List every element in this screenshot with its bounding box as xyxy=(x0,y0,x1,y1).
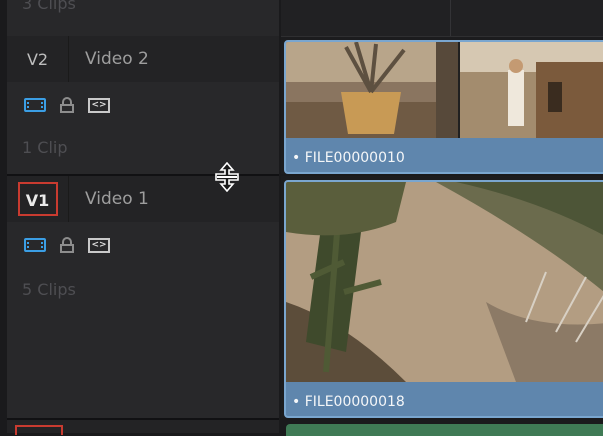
next-track-id-selected[interactable] xyxy=(15,425,63,435)
track-controls-v1: <> xyxy=(7,222,279,269)
clip-thumbnail xyxy=(286,182,603,382)
clip-v1[interactable]: • FILE00000018 xyxy=(284,180,603,418)
clip-label-v1: • FILE00000018 xyxy=(292,394,405,410)
previous-track-area: 3 Clips xyxy=(7,0,279,36)
track-name-v1[interactable]: Video 1 xyxy=(85,176,149,222)
lock-icon[interactable] xyxy=(60,97,74,113)
track-info-v1: 5 Clips xyxy=(7,268,279,418)
track-controls-v2: <> xyxy=(7,82,279,129)
lock-icon[interactable] xyxy=(60,237,74,253)
auto-select-icon[interactable]: <> xyxy=(88,97,110,113)
timeline-lane-v1[interactable]: • FILE00000018 xyxy=(281,176,603,418)
clip-count-v1: 5 Clips xyxy=(22,280,76,299)
previous-track-clip-count: 3 Clips xyxy=(22,0,76,13)
track-header-v2[interactable]: V2 Video 2 xyxy=(7,36,279,83)
track-id-v2[interactable]: V2 xyxy=(7,36,69,82)
clip-thumbnail xyxy=(286,42,603,138)
move-cursor-icon xyxy=(215,162,239,192)
clip-count-v2: 1 Clip xyxy=(22,138,68,157)
timeline-lane-v2[interactable]: • FILE00000010 xyxy=(281,37,603,174)
track-id-v1[interactable]: V1 xyxy=(7,176,69,222)
audio-clip[interactable] xyxy=(286,424,603,436)
track-name-v2[interactable]: Video 2 xyxy=(85,36,149,82)
clip-label-v2: • FILE00000010 xyxy=(292,150,405,166)
ruler-tick xyxy=(450,0,451,36)
film-strip-icon[interactable] xyxy=(24,98,46,112)
track-header-panel: 3 Clips V2 Video 2 <> 1 Clip V1 Video 1 … xyxy=(7,0,279,433)
film-strip-icon[interactable] xyxy=(24,238,46,252)
timeline-ruler[interactable] xyxy=(281,0,603,37)
clip-v2[interactable]: • FILE00000010 xyxy=(284,40,603,174)
auto-select-icon[interactable]: <> xyxy=(88,237,110,253)
